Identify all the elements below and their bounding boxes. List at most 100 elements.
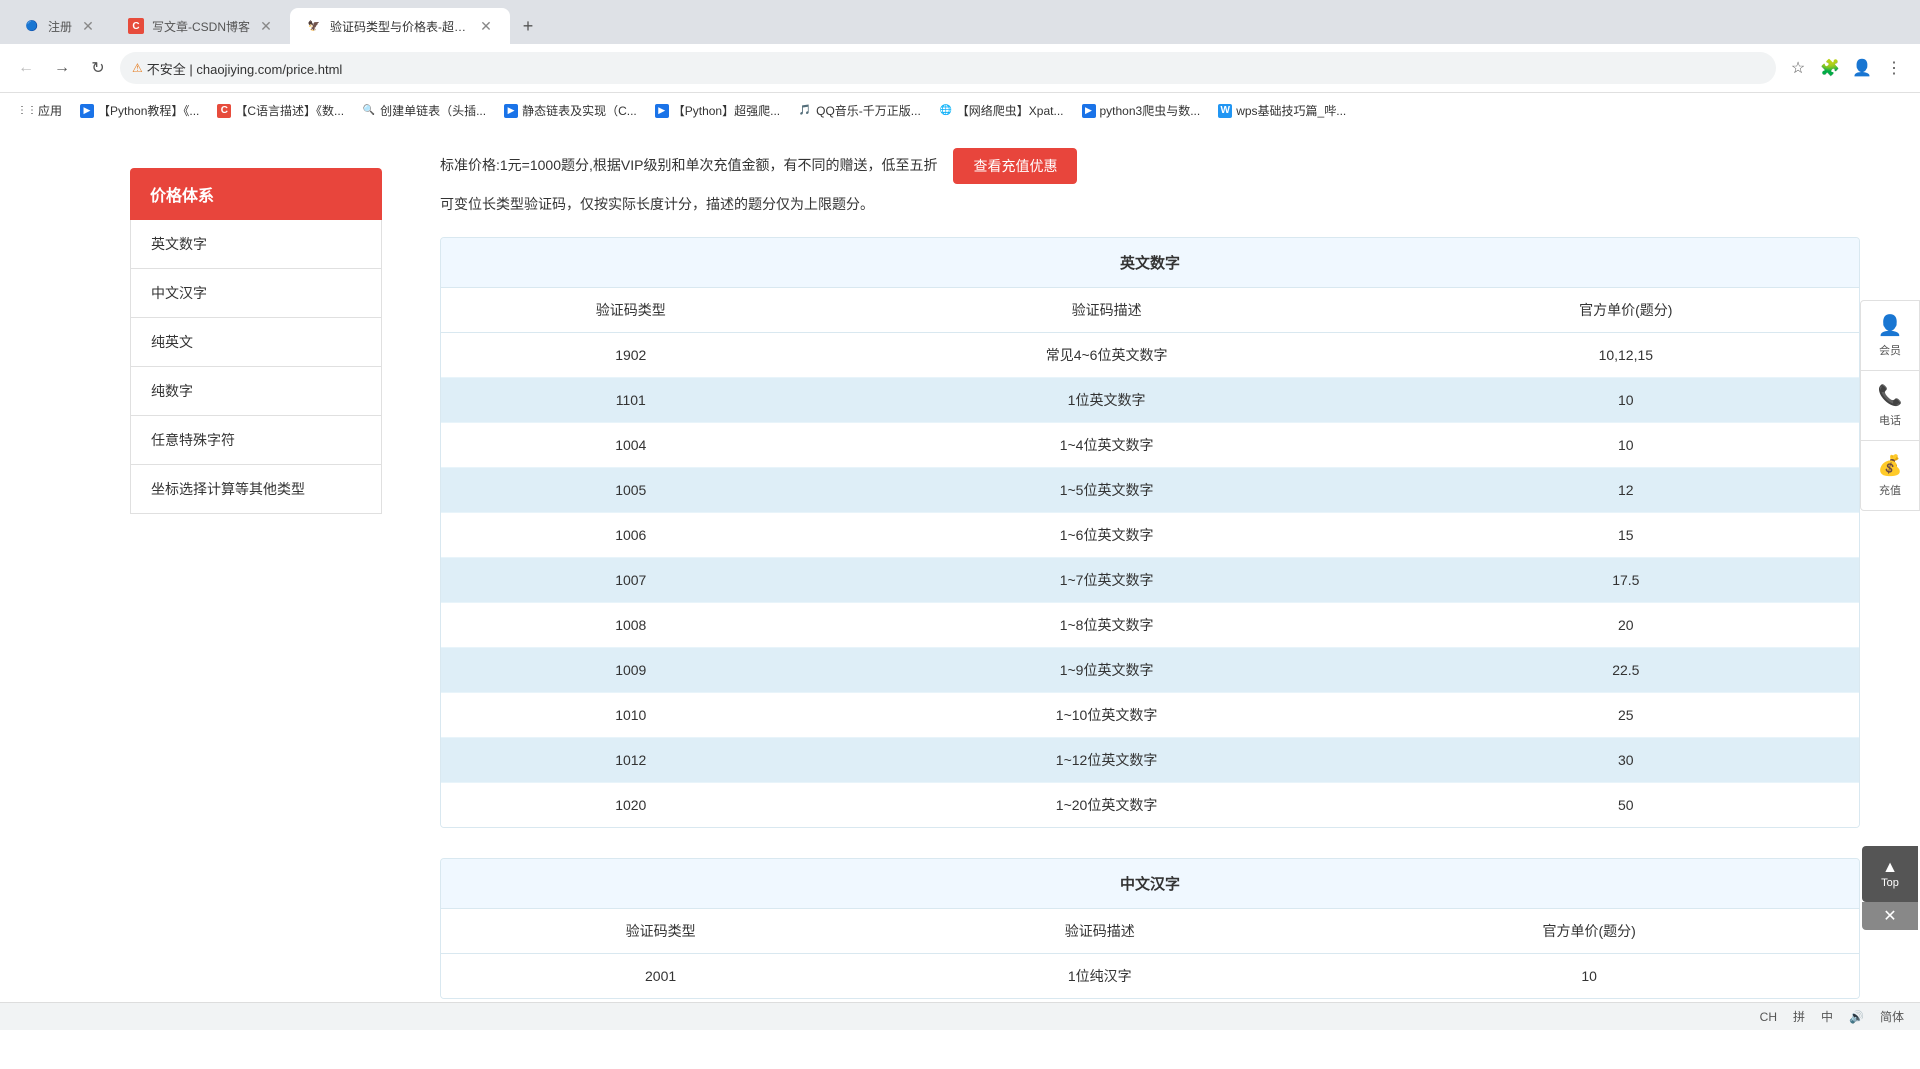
- member-icon: 👤: [1878, 313, 1903, 338]
- table-row: 1010 1~10位英文数字 25: [441, 693, 1859, 738]
- bookmark-apps[interactable]: ⋮⋮ 应用: [12, 98, 70, 123]
- table-row: 1012 1~12位英文数字 30: [441, 738, 1859, 783]
- bookmark-6[interactable]: 🎵 QQ音乐-千万正版...: [790, 98, 929, 123]
- tab-2-close[interactable]: ✕: [258, 18, 274, 34]
- address-text: 不安全 | chaojiying.com/price.html: [147, 59, 343, 78]
- sidebar-item-other[interactable]: 坐标选择计算等其他类型: [130, 465, 382, 514]
- bookmark-4[interactable]: ▶ 静态链表及实现（C...: [496, 98, 645, 123]
- table-english: 验证码类型 验证码描述 官方单价(题分) 1902 常见4~6位英文数字 10,…: [441, 288, 1859, 827]
- tab-3-close[interactable]: ✕: [478, 18, 494, 34]
- status-bar: CH 拼 中 🔊 简体: [0, 1002, 1920, 1030]
- bookmark-star-button[interactable]: ☆: [1784, 54, 1812, 82]
- tab-3[interactable]: 🦅 验证码类型与价格表-超级鹰验证... ✕: [290, 8, 510, 44]
- table-section-chinese: 中文汉字 验证码类型 验证码描述 官方单价(题分) 2001 1位纯汉字 10: [440, 858, 1860, 999]
- status-input[interactable]: 拼: [1793, 1008, 1805, 1025]
- cell-type: 1020: [441, 783, 821, 828]
- extensions-button[interactable]: 🧩: [1816, 54, 1844, 82]
- panel-member[interactable]: 👤 会员: [1861, 301, 1919, 371]
- bookmark-5[interactable]: ▶ 【Python】超强爬...: [647, 98, 788, 123]
- tab-2[interactable]: C 写文章-CSDN博客 ✕: [112, 8, 290, 44]
- bookmark-8-label: python3爬虫与数...: [1100, 102, 1201, 119]
- charge-button[interactable]: 查看充值优惠: [953, 148, 1077, 184]
- bookmark-3[interactable]: 🔍 创建单链表（头插...: [354, 98, 494, 123]
- cell-desc: 1~10位英文数字: [821, 693, 1393, 738]
- price-info-row1: 标准价格:1元=1000题分,根据VIP级别和单次充值金额，有不同的赠送，低至五…: [440, 148, 1860, 184]
- tab-1[interactable]: 🔵 注册 ✕: [8, 8, 112, 44]
- tab-3-favicon: 🦅: [306, 18, 322, 34]
- new-tab-button[interactable]: +: [514, 12, 542, 40]
- price-info: 标准价格:1元=1000题分,根据VIP级别和单次充值金额，有不同的赠送，低至五…: [440, 148, 1860, 217]
- cell-type: 1007: [441, 558, 821, 603]
- b6-favicon: 🎵: [798, 104, 812, 118]
- table-row: 1007 1~7位英文数字 17.5: [441, 558, 1859, 603]
- bookmarks-bar: ⋮⋮ 应用 ▶ 【Python教程】《... C 【C语言描述】《数... 🔍 …: [0, 92, 1920, 128]
- table-row: 1101 1位英文数字 10: [441, 378, 1859, 423]
- cell-desc: 1~7位英文数字: [821, 558, 1393, 603]
- cell-desc: 1~12位英文数字: [821, 738, 1393, 783]
- table-row: 1005 1~5位英文数字 12: [441, 468, 1859, 513]
- status-volume-icon: 🔊: [1849, 1010, 1864, 1024]
- bookmark-5-label: 【Python】超强爬...: [673, 102, 780, 119]
- cell-desc-cn: 1位纯汉字: [880, 954, 1319, 999]
- tab-1-close[interactable]: ✕: [80, 18, 96, 34]
- tab-2-title: 写文章-CSDN博客: [152, 18, 250, 35]
- cell-price: 10: [1393, 423, 1859, 468]
- sidebar-item-pure-english[interactable]: 纯英文: [130, 318, 382, 367]
- cell-price: 17.5: [1393, 558, 1859, 603]
- back-button[interactable]: ←: [12, 54, 40, 82]
- bookmark-apps-label: 应用: [38, 102, 62, 119]
- back-to-top: ▲ Top ✕: [1860, 846, 1920, 930]
- status-chars[interactable]: 简体: [1880, 1008, 1904, 1025]
- b7-favicon: 🌐: [939, 104, 953, 118]
- sidebar: 价格体系 英文数字 中文汉字 纯英文 纯数字 任意特殊字符 坐标选择计算等其他类…: [0, 128, 420, 1069]
- cell-desc: 1位英文数字: [821, 378, 1393, 423]
- bookmark-6-label: QQ音乐-千万正版...: [816, 102, 921, 119]
- profile-button[interactable]: 👤: [1848, 54, 1876, 82]
- tab-bar: 🔵 注册 ✕ C 写文章-CSDN博客 ✕ 🦅 验证码类型与价格表-超级鹰验证.…: [0, 0, 1920, 44]
- status-ch[interactable]: CH: [1760, 1010, 1777, 1024]
- address-bar[interactable]: ⚠ 不安全 | chaojiying.com/price.html: [120, 52, 1776, 84]
- charge-icon: 💰: [1878, 453, 1903, 478]
- panel-charge[interactable]: 💰 充值: [1861, 441, 1919, 510]
- cell-price: 12: [1393, 468, 1859, 513]
- status-chars-label: 简体: [1880, 1008, 1904, 1025]
- sidebar-menu: 价格体系 英文数字 中文汉字 纯英文 纯数字 任意特殊字符 坐标选择计算等其他类…: [130, 168, 382, 514]
- top-close-button[interactable]: ✕: [1862, 902, 1918, 930]
- panel-phone-label: 电话: [1879, 412, 1901, 428]
- table-section-english: 英文数字 验证码类型 验证码描述 官方单价(题分) 1902 常见4~6位英文数…: [440, 237, 1860, 828]
- browser-chrome: 🔵 注册 ✕ C 写文章-CSDN博客 ✕ 🦅 验证码类型与价格表-超级鹰验证.…: [0, 0, 1920, 128]
- bookmark-2[interactable]: C 【C语言描述】《数...: [209, 98, 352, 123]
- bookmark-7-label: 【网络爬虫】Xpat...: [957, 102, 1064, 119]
- table-row: 1009 1~9位英文数字 22.5: [441, 648, 1859, 693]
- cell-type-cn: 2001: [441, 954, 880, 999]
- bookmark-8[interactable]: ▶ python3爬虫与数...: [1074, 98, 1209, 123]
- refresh-button[interactable]: ↻: [84, 54, 112, 82]
- status-ch-label: CH: [1760, 1010, 1777, 1024]
- status-lang[interactable]: 中: [1821, 1008, 1833, 1025]
- table-header-row: 验证码类型 验证码描述 官方单价(题分): [441, 288, 1859, 333]
- panel-phone[interactable]: 📞 电话: [1861, 371, 1919, 441]
- bookmark-1[interactable]: ▶ 【Python教程】《...: [72, 98, 207, 123]
- forward-button[interactable]: →: [48, 54, 76, 82]
- col-type-cn: 验证码类型: [441, 909, 880, 954]
- table-row: 1006 1~6位英文数字 15: [441, 513, 1859, 558]
- table-header-row-cn: 验证码类型 验证码描述 官方单价(题分): [441, 909, 1859, 954]
- cell-price: 25: [1393, 693, 1859, 738]
- cell-price: 15: [1393, 513, 1859, 558]
- tab-1-favicon: 🔵: [24, 18, 40, 34]
- menu-button[interactable]: ⋮: [1880, 54, 1908, 82]
- sidebar-item-pure-numbers[interactable]: 纯数字: [130, 367, 382, 416]
- sidebar-item-chinese[interactable]: 中文汉字: [130, 269, 382, 318]
- bookmark-7[interactable]: 🌐 【网络爬虫】Xpat...: [931, 98, 1072, 123]
- sidebar-item-english-numbers[interactable]: 英文数字: [130, 220, 382, 269]
- cell-price: 10,12,15: [1393, 333, 1859, 378]
- sidebar-item-special-chars[interactable]: 任意特殊字符: [130, 416, 382, 465]
- top-button[interactable]: ▲ Top: [1862, 846, 1918, 902]
- b8-favicon: ▶: [1082, 104, 1096, 118]
- table-title-chinese: 中文汉字: [441, 859, 1859, 909]
- table-row: 2001 1位纯汉字 10: [441, 954, 1859, 999]
- bookmark-9[interactable]: W wps基础技巧篇_哔...: [1210, 98, 1354, 123]
- b3-favicon: 🔍: [362, 104, 376, 118]
- status-lang-label: 中: [1821, 1008, 1833, 1025]
- status-volume[interactable]: 🔊: [1849, 1010, 1864, 1024]
